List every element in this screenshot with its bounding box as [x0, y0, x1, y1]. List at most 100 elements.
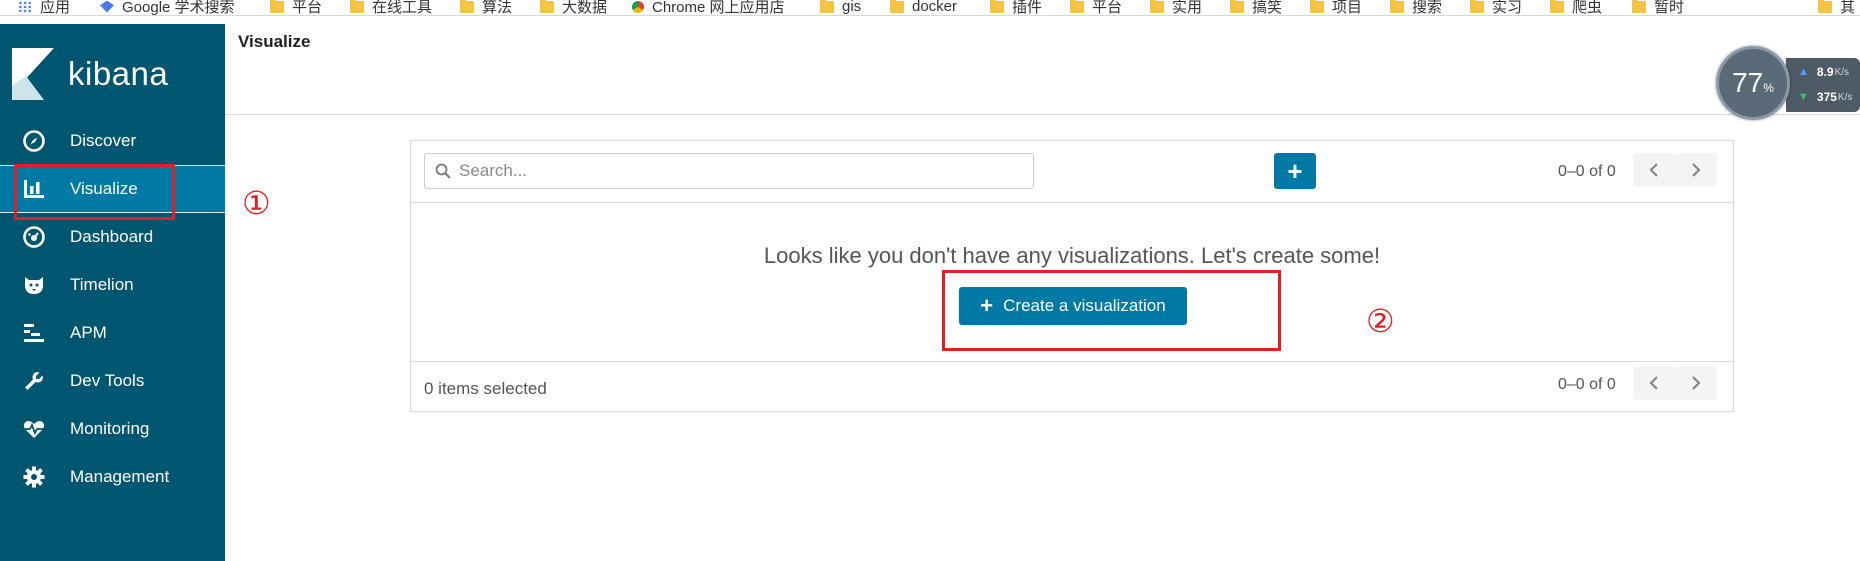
gauge-percent-unit: % [1763, 81, 1774, 95]
folder-icon [270, 0, 284, 13]
listing-toolbar: + 0–0 of 0 [411, 141, 1733, 203]
chevron-left-icon [1649, 376, 1658, 390]
folder-icon [460, 0, 474, 13]
sidebar-item-label: Timelion [70, 275, 134, 294]
folder-icon [1150, 0, 1164, 13]
download-value: 375 [1816, 90, 1837, 104]
google-scholar-icon [100, 0, 114, 13]
bookmark-folder[interactable]: 算法 [460, 0, 513, 16]
add-visualization-button[interactable]: + [1274, 153, 1316, 189]
download-speed: ▼ 375 K/s [1798, 90, 1852, 104]
sidebar-item-label: Management [70, 467, 170, 486]
upload-arrow-icon: ▲ [1798, 66, 1809, 78]
folder-icon [890, 0, 904, 13]
bookmark-label: 实习 [1492, 0, 1523, 16]
gauge-percent: 77 [1732, 67, 1764, 98]
folder-icon [820, 0, 834, 13]
next-page-button[interactable] [1675, 153, 1717, 187]
sidebar-item-timelion[interactable]: Timelion [0, 261, 225, 309]
header-divider [225, 114, 1860, 115]
folder-icon [1070, 0, 1084, 13]
folder-icon [540, 0, 554, 13]
bookmark-folder[interactable]: gis [820, 0, 862, 15]
search-input[interactable] [459, 161, 1019, 181]
sidebar-item-management[interactable]: Management [0, 453, 225, 501]
bookmark-folder[interactable]: 大数据 [540, 0, 607, 15]
bookmark-chrome-store[interactable]: Chrome 网上应用店 [632, 0, 785, 16]
download-arrow-icon: ▼ [1798, 91, 1809, 103]
bookmark-folder[interactable]: 插件 [990, 0, 1043, 16]
previous-page-button[interactable] [1633, 153, 1675, 187]
bookmark-label: 搜索 [1412, 0, 1443, 16]
highlight-box-visualize [14, 164, 175, 220]
kibana-logo[interactable]: kibana [12, 48, 168, 100]
memory-gauge: 77 % [1716, 46, 1790, 120]
apps-grid-icon [18, 0, 32, 13]
bookmark-label: gis [842, 0, 862, 15]
bookmark-folder[interactable]: 暂时 [1632, 0, 1685, 16]
step-1-marker: ① [242, 185, 271, 221]
bookmark-google-scholar[interactable]: Google 学术搜索 [100, 0, 235, 15]
bookmark-folder[interactable]: 平台 [1070, 0, 1122, 15]
bookmark-label: 应用 [40, 0, 71, 16]
timelion-icon [20, 271, 48, 299]
bookmark-folder[interactable]: 实用 [1150, 0, 1202, 15]
kibana-logo-icon [12, 48, 54, 100]
bookmark-folder[interactable]: 其 [1818, 0, 1855, 15]
chevron-right-icon [1692, 163, 1701, 177]
selected-count: 0 items selected [424, 379, 547, 398]
previous-page-button[interactable] [1633, 366, 1675, 400]
network-speeds: ▲ 8.9 K/s ▼ 375 K/s [1786, 58, 1860, 112]
folder-icon [1818, 0, 1832, 13]
sidebar-item-label: Discover [70, 131, 137, 150]
folder-icon [1390, 0, 1404, 13]
sidebar-item-label: Dashboard [70, 227, 154, 246]
bookmark-label: 平台 [292, 0, 323, 16]
bookmark-label: Chrome 网上应用店 [652, 0, 785, 16]
folder-icon [1632, 0, 1646, 13]
bookmark-label: 搞笑 [1252, 0, 1283, 16]
sidebar-item-apm[interactable]: APM [0, 309, 225, 357]
bookmarks-bar: 应用 Google 学术搜索 平台 在线工具 算法 大数据 Chrome 网上应… [0, 0, 1860, 16]
bookmark-label: 项目 [1332, 0, 1363, 16]
bookmark-label: 算法 [482, 0, 513, 16]
sidebar-item-monitoring[interactable]: Monitoring [0, 405, 225, 453]
bookmark-folder[interactable]: docker [890, 0, 958, 15]
wrench-icon [20, 367, 48, 395]
heartbeat-icon [20, 415, 48, 443]
sidebar-item-dashboard[interactable]: Dashboard [0, 213, 225, 261]
network-monitor-widget[interactable]: ▲ 8.9 K/s ▼ 375 K/s 77 % [1716, 46, 1860, 122]
dashboard-icon [20, 223, 48, 251]
pagination-count: 0–0 of 0 [1558, 376, 1616, 393]
empty-state-message: Looks like you don't have any visualizat… [763, 243, 1381, 268]
bookmark-label: 在线工具 [372, 0, 433, 16]
bookmark-folder[interactable]: 平台 [270, 0, 323, 16]
bookmark-label: 暂时 [1654, 0, 1685, 16]
folder-icon [1310, 0, 1324, 13]
listing-footer: 0 items selected 0–0 of 0 [411, 361, 1733, 413]
bookmark-label: docker [912, 0, 958, 15]
sidebar-item-dev-tools[interactable]: Dev Tools [0, 357, 225, 405]
bookmark-folder[interactable]: 搞笑 [1230, 0, 1283, 16]
bookmark-folder[interactable]: 搜索 [1390, 0, 1443, 16]
next-page-button[interactable] [1675, 366, 1717, 400]
folder-icon [1230, 0, 1244, 13]
bookmark-apps[interactable]: 应用 [18, 0, 71, 16]
bookmark-folder[interactable]: 实习 [1470, 0, 1523, 16]
bookmark-folder[interactable]: 在线工具 [350, 0, 433, 16]
upload-unit: K/s [1834, 66, 1850, 78]
bookmark-folder[interactable]: 项目 [1310, 0, 1363, 16]
upload-speed: ▲ 8.9 K/s [1798, 65, 1849, 79]
bookmark-folder[interactable]: 爬虫 [1550, 0, 1602, 15]
folder-icon [1550, 0, 1564, 13]
folder-icon [990, 0, 1004, 13]
folder-icon [350, 0, 364, 13]
bookmark-label: 插件 [1012, 0, 1043, 16]
search-box[interactable] [424, 153, 1034, 189]
sidebar-item-discover[interactable]: Discover [0, 117, 225, 165]
highlight-box-create [942, 270, 1281, 351]
sidebar-item-label: Dev Tools [70, 371, 145, 390]
chevron-right-icon [1692, 376, 1701, 390]
compass-icon [20, 127, 48, 155]
sidebar-item-label: Monitoring [70, 419, 150, 438]
